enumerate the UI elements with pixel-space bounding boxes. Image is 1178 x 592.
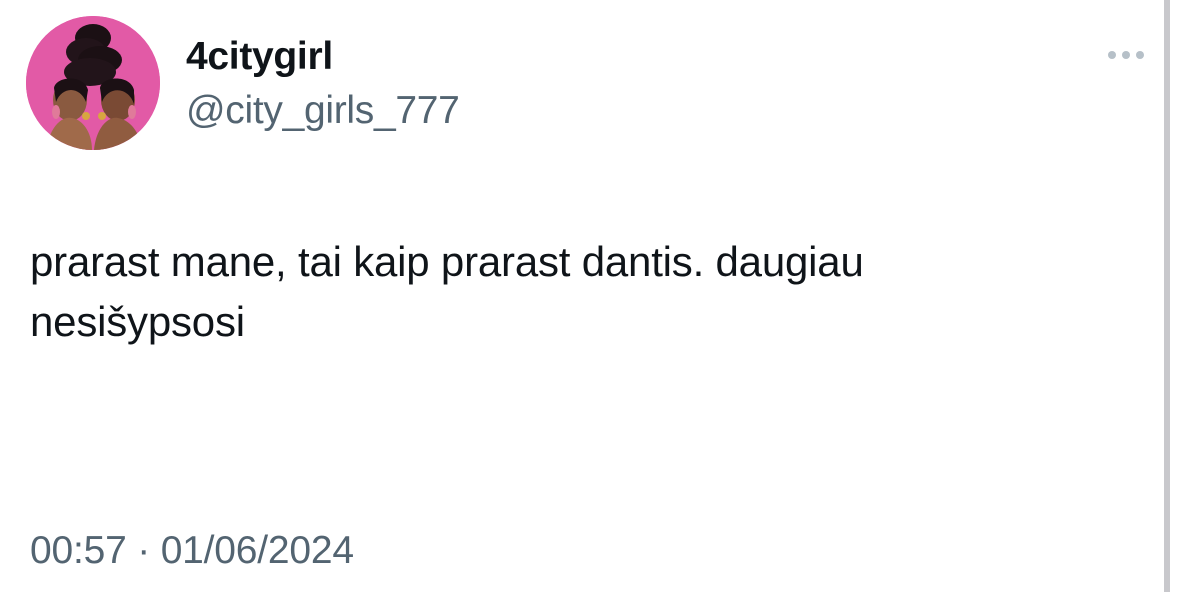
avatar[interactable] [26,16,160,150]
author-display-name[interactable]: 4citygirl [186,32,333,82]
more-options-icon-dot [1136,51,1144,59]
author-handle[interactable]: @city_girls_777 [186,86,460,136]
tweet-text-line: prarast mane, tai kaip prarast dantis. d… [30,238,864,285]
more-options-button[interactable] [1098,40,1154,70]
right-edge-divider [1164,0,1170,592]
tweet-date: 01/06/2024 [160,529,354,572]
more-options-icon [1108,51,1116,59]
tweet-text-line: nesišypsosi [30,298,245,345]
timestamp-separator: · [137,529,151,572]
tweet-time: 00:57 [30,529,127,572]
more-options-icon-dot [1122,51,1130,59]
profile-photo-icon [26,16,160,150]
tweet-timestamp[interactable]: 00:57 · 01/06/2024 [30,526,354,576]
tweet-text: prarast mane, tai kaip prarast dantis. d… [30,232,1130,352]
